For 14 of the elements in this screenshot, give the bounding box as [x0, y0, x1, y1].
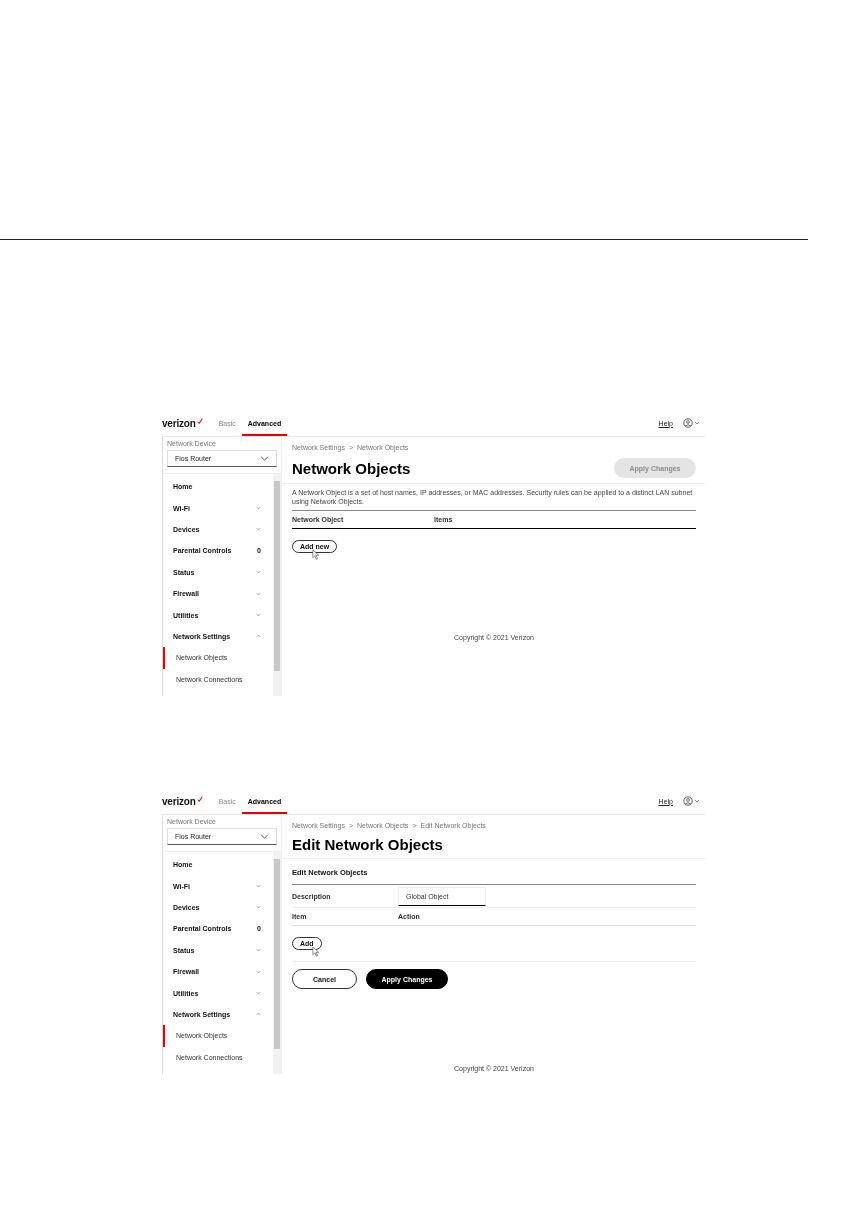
page-title: Edit Network Objects [292, 836, 443, 853]
user-menu-icon[interactable] [683, 418, 701, 428]
chevron-down-icon [260, 834, 269, 839]
scrollbar[interactable] [273, 852, 281, 1074]
mouse-pointer-icon [312, 946, 320, 957]
logo: verizon [162, 795, 196, 807]
checkmark-icon [196, 418, 203, 424]
page-title: Network Objects [292, 459, 411, 477]
user-menu-icon[interactable] [683, 796, 701, 806]
mouse-pointer-icon [312, 549, 320, 560]
logo: verizon [162, 417, 196, 429]
scrollbar[interactable] [273, 474, 281, 696]
checkmark-icon [196, 796, 203, 802]
chevron-down-icon [260, 456, 269, 461]
